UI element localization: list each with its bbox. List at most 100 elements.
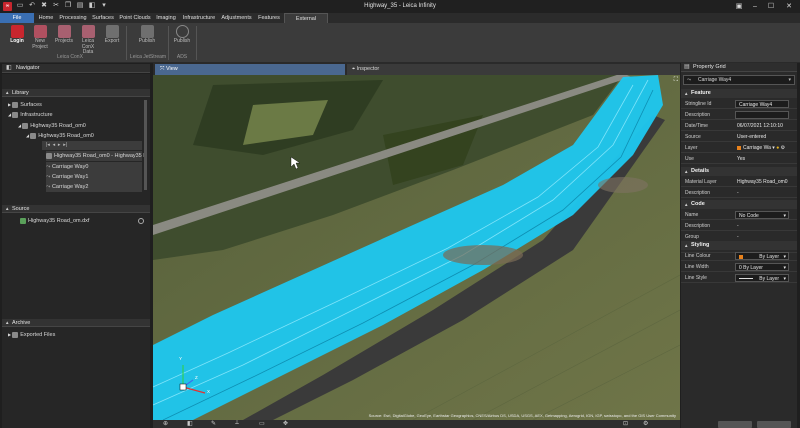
chevron-down-icon: ▾ <box>783 254 786 260</box>
new-project-button[interactable]: New Project <box>28 25 52 55</box>
tab-file[interactable]: File <box>0 13 34 23</box>
next-page-icon[interactable]: ▸ <box>58 142 61 148</box>
title-bar: ∞ ▭ ↶ ✖ ✂ ❐ ▤ ◧ ▾ Highway_35 - Leica Inf… <box>0 0 800 13</box>
construction-area <box>443 245 523 265</box>
ribbon-group-leica-conx: Leica ConX <box>57 54 83 60</box>
tree-item-road[interactable]: ◢ Highway35 Road_om0 <box>18 121 86 131</box>
lightbulb-icon[interactable]: ● <box>776 145 779 151</box>
prop-date-time: Date/Time 06/07/2021 12:10:10 <box>681 121 797 131</box>
pan-icon[interactable]: ✥ <box>283 420 288 427</box>
publish-ads-button[interactable]: Publish <box>170 25 194 55</box>
line-colour-dropdown[interactable]: By Layer ▾ <box>735 252 789 260</box>
tab-infrastructure[interactable]: Infrastructure <box>181 13 217 23</box>
leica-conx-data-button[interactable]: Leica ConX Data <box>76 25 100 55</box>
apply-button[interactable] <box>718 421 752 428</box>
minimize-icon[interactable]: – <box>748 0 762 13</box>
draw-icon[interactable]: ✎ <box>211 420 216 427</box>
publish-icon <box>140 25 154 38</box>
orbit-icon[interactable]: ⊕ <box>163 420 168 427</box>
tree-item-infrastructure[interactable]: ◢ Infrastructure <box>8 110 53 120</box>
reset-button[interactable] <box>757 421 791 428</box>
layer-settings-icon[interactable]: ⚙ <box>781 145 785 151</box>
viewport-maximize-icon[interactable]: ⛶ <box>674 77 678 84</box>
library-scrollbar[interactable] <box>144 100 147 190</box>
chevron-down-icon: ▾ <box>788 77 791 83</box>
object-selector-dropdown[interactable]: ⤳ Carriage Way4 ▾ <box>683 75 795 85</box>
publish-jetstream-button[interactable]: Publish <box>135 25 159 55</box>
ribbon-group-ads: ADS <box>176 54 188 60</box>
maximize-icon[interactable]: ☐ <box>764 0 778 13</box>
tree-item-road-model[interactable]: ◢ Highway35 Road_om0 <box>26 131 94 141</box>
section-icon <box>46 152 52 159</box>
tab-point-clouds[interactable]: Point Clouds <box>118 13 152 23</box>
tree-item-source-file[interactable]: Highway35 Road_om.dxf <box>20 216 89 226</box>
line-width-dropdown[interactable]: 0 By Layer ▾ <box>735 263 789 271</box>
description-field[interactable] <box>735 111 789 119</box>
chevron-down-icon: ▾ <box>783 213 786 219</box>
prop-line-colour: Line Colour By Layer ▾ <box>681 251 797 261</box>
library-section-header[interactable]: ▲ Library <box>2 89 150 97</box>
last-page-icon[interactable]: ▸| <box>63 142 67 148</box>
axis-label-z: Z <box>195 375 198 380</box>
tree-item-carriage-way1[interactable]: ⤳ Carriage Way1 <box>46 172 142 182</box>
login-button[interactable]: Login <box>5 25 29 55</box>
tab-surfaces[interactable]: Surfaces <box>90 13 116 23</box>
tab-adjustments[interactable]: Adjustments <box>219 13 254 23</box>
notifications-icon[interactable]: ▣ <box>732 0 746 13</box>
close-icon[interactable]: ✕ <box>782 0 796 13</box>
first-page-icon[interactable]: |◂ <box>46 142 50 148</box>
tab-view[interactable]: ⤧ View <box>155 64 345 75</box>
projects-button[interactable]: Projects <box>52 25 76 55</box>
chevron-down-icon: ▾ <box>783 265 786 271</box>
navigator-title: Navigator <box>16 65 40 71</box>
line-style-dropdown[interactable]: By Layer ▾ <box>735 274 789 282</box>
tab-processing[interactable]: Processing <box>58 13 88 23</box>
road-model-icon <box>30 132 37 139</box>
ribbon-separator <box>168 26 169 60</box>
tree-item-carriage-way0[interactable]: ⤳ Carriage Way0 <box>46 162 142 172</box>
view-cube-icon[interactable]: ◧ <box>187 420 193 427</box>
tree-item-exported-files[interactable]: ▶ Exported Files <box>8 330 55 340</box>
tab-external-services[interactable]: External Services <box>284 13 328 32</box>
tree-item-surfaces[interactable]: ▶ Surfaces <box>8 100 42 110</box>
export-button[interactable]: Export <box>100 25 124 55</box>
prop-line-style: Line Style By Layer ▾ <box>681 273 797 283</box>
tab-features[interactable]: Features <box>256 13 282 23</box>
archive-section-header[interactable]: ▲ Archive <box>2 319 150 327</box>
tab-imaging[interactable]: Imaging <box>153 13 179 23</box>
zoom-extents-icon[interactable]: ⊡ <box>623 420 628 427</box>
tree-item-carriage-way2[interactable]: ⤳ Carriage Way2 <box>46 182 142 192</box>
styling-section-header[interactable]: ▲ Styling <box>681 241 797 250</box>
source-section-header[interactable]: ▲ Source <box>2 205 150 213</box>
code-section-header[interactable]: ▲ Code <box>681 200 797 209</box>
tree-pagination-bar[interactable]: |◂ ◂ ▸ ▸| <box>42 141 142 150</box>
collapse-icon: ▲ <box>684 91 689 96</box>
surfaces-icon <box>12 101 19 108</box>
collapse-icon: ▲ <box>684 202 689 207</box>
axis-origin[interactable] <box>179 383 187 391</box>
projects-icon <box>57 25 71 38</box>
layer-dropdown[interactable]: Carriage Wa ▾ ● ⚙ <box>737 143 785 153</box>
code-name-dropdown[interactable]: No Code ▾ <box>735 211 789 219</box>
view-tab-strip: ⤧ View ⌖ Inspector <box>153 63 680 75</box>
collapse-icon: ▲ <box>5 90 10 95</box>
details-section-header[interactable]: ▲ Details <box>681 167 797 176</box>
prop-layer: Layer Carriage Wa ▾ ● ⚙ <box>681 143 797 153</box>
select-icon[interactable]: ▭ <box>259 420 265 427</box>
export-icon <box>105 25 119 38</box>
settings-icon[interactable]: ⚙ <box>643 420 648 427</box>
axis-label-y: Y <box>179 356 183 361</box>
feature-section-header[interactable]: ▲ Feature <box>681 89 797 98</box>
tab-inspector[interactable]: ⌖ Inspector <box>347 64 680 75</box>
tree-item-road-section[interactable]: Highway35 Road_om0 - Highway35 R <box>46 151 147 161</box>
prop-source: Source User-entered <box>681 132 797 142</box>
construction-area <box>598 177 648 193</box>
collapse-icon: ▲ <box>5 320 10 325</box>
stringline-id-field[interactable]: Carriage Way4 <box>735 100 789 108</box>
prev-page-icon[interactable]: ◂ <box>53 142 56 148</box>
property-grid-header: ▤ Property Grid <box>681 63 797 72</box>
navigator-menu-icon[interactable]: ◧ <box>6 64 12 73</box>
measure-icon[interactable]: ⟂ <box>235 420 239 427</box>
tab-home[interactable]: Home <box>35 13 57 23</box>
3d-viewport[interactable]: Y X Z Source: Esri, DigitalGlobe, GeoEye… <box>153 75 680 420</box>
